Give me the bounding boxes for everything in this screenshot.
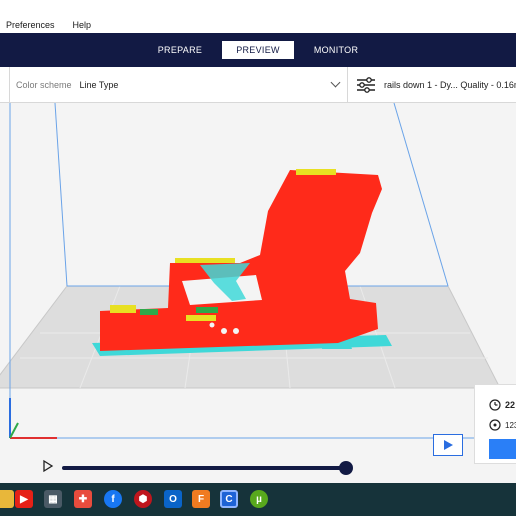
outlook-icon[interactable]: O (164, 490, 182, 508)
utorrent-icon[interactable]: µ (250, 490, 268, 508)
youtube-icon[interactable]: ▶ (15, 490, 33, 508)
save-to-disk-button[interactable] (489, 439, 516, 459)
fusion-icon[interactable]: F (192, 490, 210, 508)
settings-sliders-icon (357, 76, 375, 93)
color-scheme-value: Line Type (79, 79, 119, 90)
tab-prepare[interactable]: PREPARE (144, 41, 216, 59)
tab-preview[interactable]: PREVIEW (222, 41, 294, 59)
stage-bar: PREPARE PREVIEW MONITOR (0, 33, 516, 67)
print-estimate-panel: 22 123 (474, 384, 516, 464)
print-time-row: 22 (489, 399, 515, 411)
cura-icon[interactable]: C (220, 490, 238, 508)
print-profile-label: rails down 1 - Dy... Quality - 0.16mm (384, 79, 516, 90)
chevron-down-icon (330, 77, 341, 88)
folder-icon[interactable] (0, 490, 14, 508)
material-value: 123 (505, 420, 516, 430)
material-row: 123 (489, 419, 516, 431)
calculator-icon[interactable]: ▦ (44, 490, 62, 508)
red-app-icon[interactable]: ⬢ (134, 490, 152, 508)
spool-icon (489, 419, 501, 431)
windows-taskbar: ▶ ▦ ✚ f ⬢ O F C µ (0, 483, 516, 516)
tab-monitor[interactable]: MONITOR (300, 41, 372, 59)
3d-viewport[interactable]: 22 123 (0, 103, 516, 483)
print-time-value: 22 (505, 400, 516, 410)
color-scheme-dropdown[interactable]: Color scheme Line Type (9, 67, 348, 102)
layer-timeline-track[interactable] (62, 466, 346, 470)
menu-help[interactable]: Help (73, 20, 92, 30)
play-outline-icon (43, 459, 54, 473)
view-toolbar: Color scheme Line Type rails down 1 - Dy… (0, 67, 516, 103)
menu-bar: Preferences Help (0, 0, 516, 33)
color-scheme-label: Color scheme (16, 79, 72, 90)
layer-timeline-handle[interactable] (339, 461, 353, 475)
facebook-icon[interactable]: f (104, 490, 122, 508)
clock-icon (489, 399, 501, 411)
play-simulation-button[interactable] (433, 434, 463, 456)
menu-preferences[interactable]: Preferences (6, 20, 55, 30)
play-icon (444, 440, 453, 450)
print-model (92, 169, 392, 356)
app-icon[interactable]: ✚ (74, 490, 92, 508)
build-volume (0, 103, 501, 439)
y-axis (9, 422, 19, 439)
print-settings-button[interactable]: rails down 1 - Dy... Quality - 0.16mm (356, 67, 516, 102)
timeline-play-button[interactable] (42, 459, 54, 478)
